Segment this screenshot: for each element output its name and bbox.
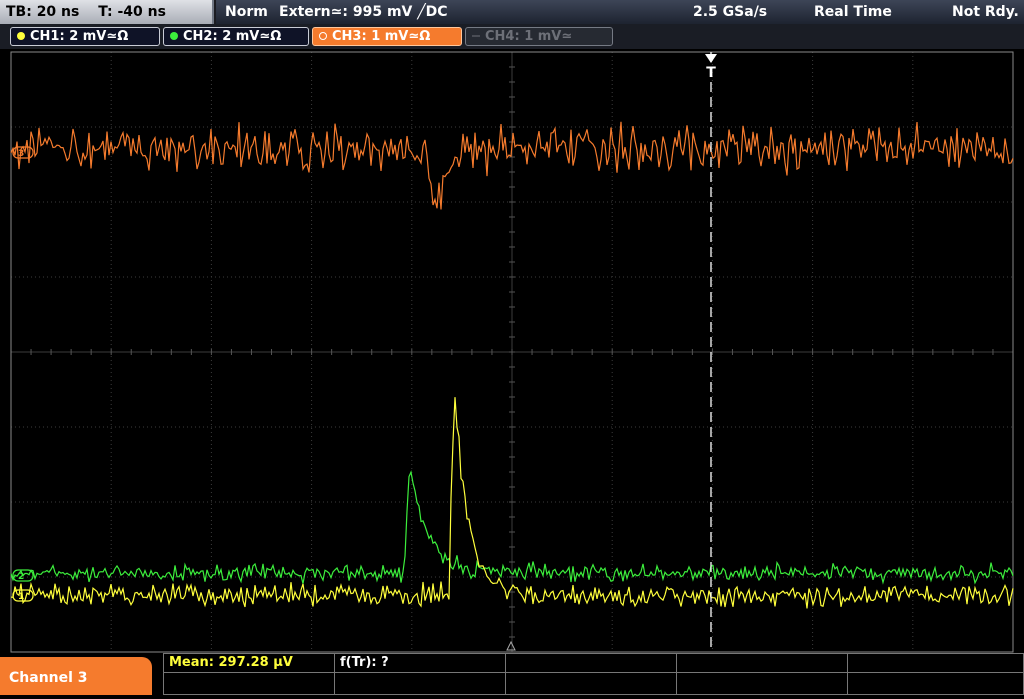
bottom-bar: Channel 3 Mean: 297.28 µV f(Tr): ? — [0, 653, 1024, 695]
channel-4-button[interactable]: CH4: 1 mV≃ — [465, 27, 613, 46]
measurement-rise-frequency: f(Tr): ? — [340, 655, 389, 670]
trigger-status: Not Rdy. — [952, 4, 1019, 20]
channel-2-button[interactable]: CH2: 2 mV≃Ω — [163, 27, 309, 46]
svg-text:3: 3 — [18, 149, 24, 159]
channel-1-label: CH1: 2 mV≃Ω — [30, 29, 129, 44]
channel-4-label: CH4: 1 mV≃ — [485, 29, 573, 44]
svg-text:1: 1 — [18, 592, 24, 602]
trigger-position-marker-icon[interactable] — [705, 54, 717, 63]
timebase-value: TB: 20 ns — [6, 4, 80, 20]
channel-3-label: CH3: 1 mV≃Ω — [332, 29, 431, 44]
sample-rate: 2.5 GSa/s — [693, 4, 768, 20]
waveform-display: T 3 2 1 — [10, 51, 1014, 653]
trigger-mode: Norm — [225, 4, 268, 20]
trigger-info-box[interactable]: Norm Extern≃: 995 mV ╱DC 2.5 GSa/s Real … — [216, 0, 1024, 24]
active-channel-tab[interactable]: Channel 3 — [0, 657, 152, 695]
svg-text:2: 2 — [18, 572, 24, 582]
channel-2-label: CH2: 2 mV≃Ω — [183, 29, 282, 44]
measurement-panel[interactable]: Mean: 297.28 µV f(Tr): ? — [163, 653, 1024, 695]
trigger-source-level: Extern≃: 995 mV ╱DC — [279, 4, 448, 20]
channel-bar: CH1: 2 mV≃Ω CH2: 2 mV≃Ω CH3: 1 mV≃Ω CH4:… — [0, 24, 1024, 49]
channel-1-button[interactable]: CH1: 2 mV≃Ω — [10, 27, 160, 46]
channel-1-dot-icon — [17, 32, 25, 40]
horizontal-reference-marker-icon — [506, 640, 516, 651]
channel-3-dot-icon — [319, 32, 327, 40]
trigger-label: T — [706, 65, 716, 81]
timebase-box[interactable]: TB: 20 ns T: -40 ns — [0, 0, 214, 24]
waveform-screen[interactable]: T 3 2 1 — [0, 49, 1024, 653]
measurement-mean: Mean: 297.28 µV — [169, 655, 293, 670]
channel-2-dot-icon — [170, 32, 178, 40]
acquisition-mode: Real Time — [814, 4, 892, 20]
channel-3-button[interactable]: CH3: 1 mV≃Ω — [312, 27, 462, 46]
top-status-bar: TB: 20 ns T: -40 ns Norm Extern≃: 995 mV… — [0, 0, 1024, 24]
trigger-time-value: T: -40 ns — [98, 4, 166, 20]
channel-4-dash-icon — [472, 35, 480, 37]
